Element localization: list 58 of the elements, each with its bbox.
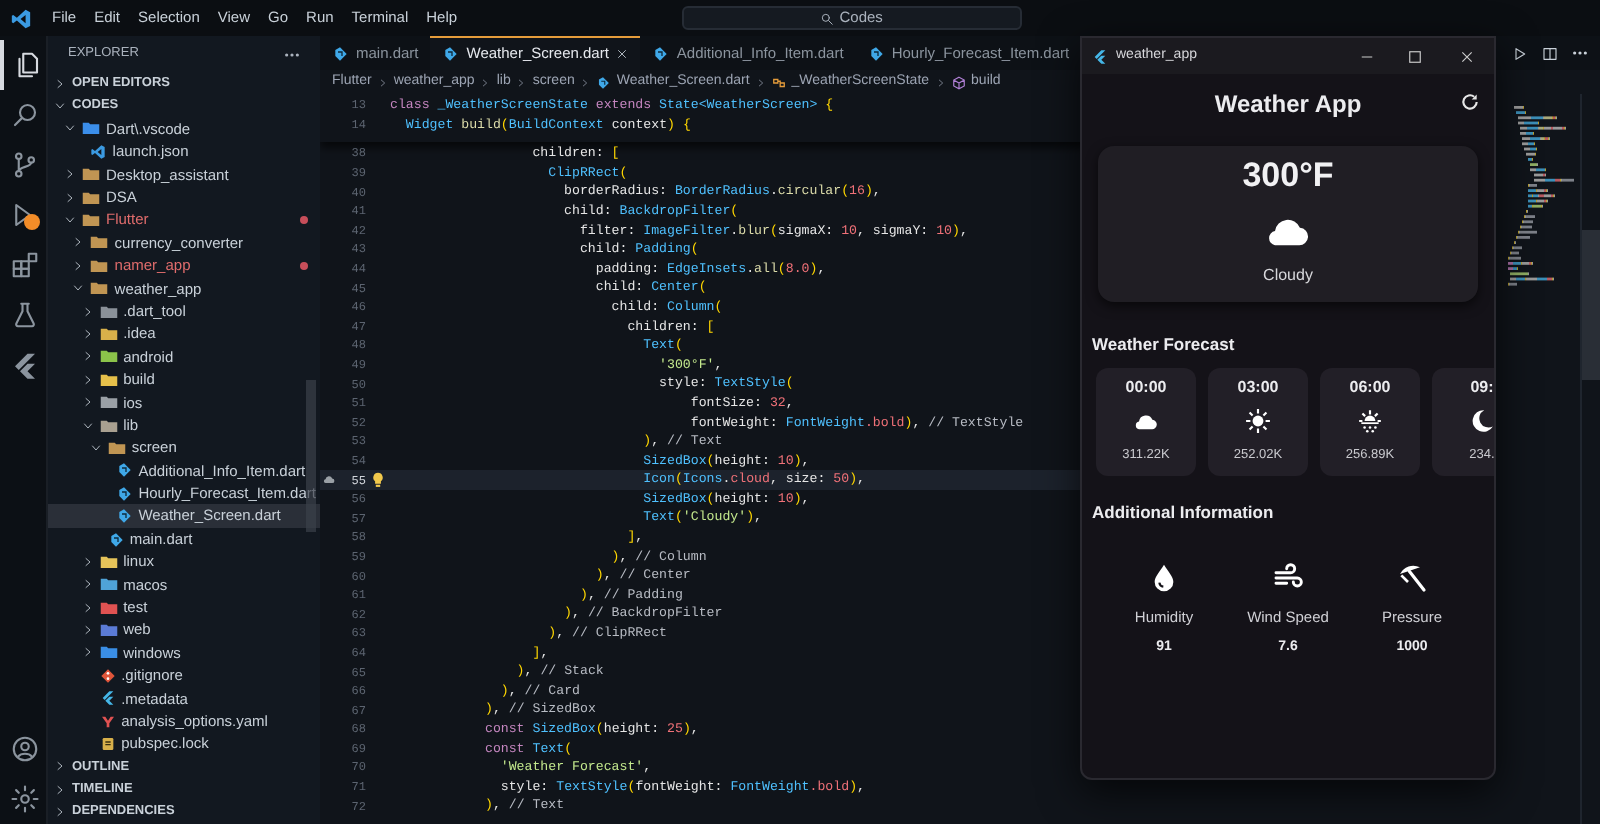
file-icon xyxy=(107,531,124,547)
file-icon xyxy=(116,485,133,502)
chevron-icon xyxy=(516,77,527,87)
section-heading: Weather Forecast xyxy=(1092,332,1237,358)
flask-icon[interactable] xyxy=(9,300,39,330)
app-title: Weather App xyxy=(1214,88,1362,122)
split-editor-icon[interactable] xyxy=(1542,45,1558,61)
file-icon xyxy=(116,508,133,525)
close-icon xyxy=(1459,49,1473,63)
source-control-icon[interactable] xyxy=(9,150,39,180)
wind-icon xyxy=(1272,561,1304,593)
file-icon xyxy=(99,690,116,707)
settings-icon[interactable] xyxy=(9,784,39,814)
file-icon xyxy=(99,736,116,753)
refresh-icon xyxy=(1460,92,1480,112)
class-icon xyxy=(771,75,786,89)
file-icon xyxy=(116,462,133,479)
account-icon[interactable] xyxy=(9,734,39,764)
file-icon xyxy=(332,45,348,61)
app-logo-icon xyxy=(10,7,32,29)
chevron-logo-icon[interactable] xyxy=(9,350,39,380)
forecast-time: 09: xyxy=(1470,377,1494,398)
window-logo-icon xyxy=(1092,47,1108,65)
cloud-icon xyxy=(322,474,336,485)
search-icon[interactable] xyxy=(9,100,39,130)
chevron-icon xyxy=(480,77,491,87)
scrollbar-thumb[interactable] xyxy=(1582,230,1600,380)
file-icon xyxy=(90,143,107,160)
section-heading: Additional Information xyxy=(1092,499,1276,525)
moon-icon xyxy=(1468,407,1494,434)
notification-badge xyxy=(24,214,40,230)
sun-rain-icon xyxy=(1356,407,1384,434)
sun-icon xyxy=(1244,407,1272,434)
more-icon[interactable] xyxy=(284,51,300,57)
search-icon xyxy=(819,11,834,25)
extensions-icon[interactable] xyxy=(9,250,39,280)
file-icon xyxy=(596,75,611,89)
file-icon xyxy=(867,45,884,61)
chevron-icon xyxy=(580,77,591,87)
chevron-icon xyxy=(755,77,766,87)
file-icon xyxy=(99,667,116,684)
close-icon[interactable] xyxy=(616,48,629,60)
forecast-time: 00:00 xyxy=(1125,377,1167,398)
chevron-icon xyxy=(935,77,946,87)
chevron-icon xyxy=(377,77,388,87)
temperature: 300°F xyxy=(1242,156,1334,196)
file-icon xyxy=(652,45,669,61)
run-icon[interactable] xyxy=(1512,45,1528,61)
lightbulb-icon[interactable] xyxy=(372,472,384,489)
refresh-button[interactable] xyxy=(1458,90,1482,114)
maximize-icon xyxy=(1407,49,1421,63)
forecast-time: 06:00 xyxy=(1349,377,1391,398)
file-icon xyxy=(442,46,459,62)
cube-icon xyxy=(951,75,966,89)
more-icon[interactable] xyxy=(1572,50,1588,56)
file-icon xyxy=(99,713,116,730)
forecast-time: 03:00 xyxy=(1237,377,1279,398)
condition: Cloudy xyxy=(1263,264,1313,288)
